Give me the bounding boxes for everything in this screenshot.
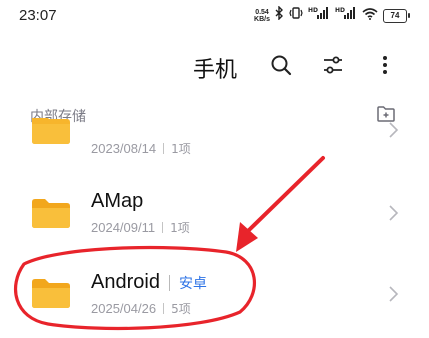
file-count: 1项 bbox=[170, 221, 190, 235]
search-icon bbox=[271, 55, 292, 76]
file-alias: 安卓 bbox=[178, 275, 207, 292]
battery-icon: 74 bbox=[383, 8, 410, 23]
folder-icon bbox=[32, 199, 70, 228]
chevron-right-icon bbox=[389, 286, 399, 302]
network-speed-unit: KB/s bbox=[254, 15, 270, 23]
folder-icon bbox=[32, 118, 70, 144]
list-item[interactable]: AMap 2024/09/11 1项 bbox=[0, 178, 429, 248]
toolbar: 手机 bbox=[0, 40, 429, 92]
svg-text:HD: HD bbox=[308, 7, 318, 14]
network-speed: 0.54 KB/s bbox=[254, 9, 270, 23]
folder-icon bbox=[32, 279, 70, 308]
file-meta: 2025/04/26 5项 bbox=[91, 300, 191, 317]
file-name-line: AMap bbox=[91, 190, 143, 213]
hd-signal-icon: HD bbox=[335, 6, 357, 25]
file-name-line: Android 安卓 bbox=[91, 271, 207, 294]
chevron-right-icon bbox=[389, 205, 399, 221]
file-meta: 2023/08/14 1项 bbox=[91, 140, 191, 157]
meta-divider bbox=[163, 143, 165, 154]
status-icons: 0.54 KB/s HD HD 74 bbox=[254, 5, 410, 25]
status-bar: 23:07 0.54 KB/s HD HD 74 bbox=[0, 0, 429, 34]
filter-sliders-icon bbox=[324, 56, 342, 74]
svg-text:HD: HD bbox=[335, 7, 345, 14]
status-time: 23:07 bbox=[19, 7, 57, 24]
file-date: 2023/08/14 bbox=[91, 141, 157, 156]
vibrate-icon bbox=[289, 6, 303, 25]
chevron-right-icon bbox=[389, 122, 399, 138]
network-speed-value: 0.54 bbox=[255, 8, 269, 16]
file-count: 1项 bbox=[171, 142, 191, 156]
meta-divider bbox=[162, 222, 164, 233]
battery-level: 74 bbox=[390, 11, 400, 20]
name-divider bbox=[168, 274, 170, 291]
hd-signal-icon: HD bbox=[308, 6, 330, 25]
file-name: Android bbox=[91, 271, 160, 293]
more-button[interactable] bbox=[370, 50, 400, 80]
meta-divider bbox=[163, 303, 165, 314]
page-title: 手机 bbox=[193, 58, 238, 83]
file-date: 2024/09/11 bbox=[91, 220, 156, 235]
bluetooth-icon bbox=[275, 5, 284, 25]
list-item[interactable]: Android 安卓 2025/04/26 5项 bbox=[0, 258, 429, 328]
more-vertical-icon bbox=[383, 56, 387, 74]
list-item[interactable]: 2023/08/14 1项 bbox=[0, 118, 429, 164]
wifi-icon bbox=[362, 7, 378, 25]
file-meta: 2024/09/11 1项 bbox=[91, 219, 190, 236]
file-name: AMap bbox=[91, 190, 144, 212]
filter-button[interactable] bbox=[318, 50, 348, 80]
file-count: 5项 bbox=[171, 302, 191, 316]
search-button[interactable] bbox=[266, 50, 296, 80]
file-date: 2025/04/26 bbox=[91, 301, 157, 316]
